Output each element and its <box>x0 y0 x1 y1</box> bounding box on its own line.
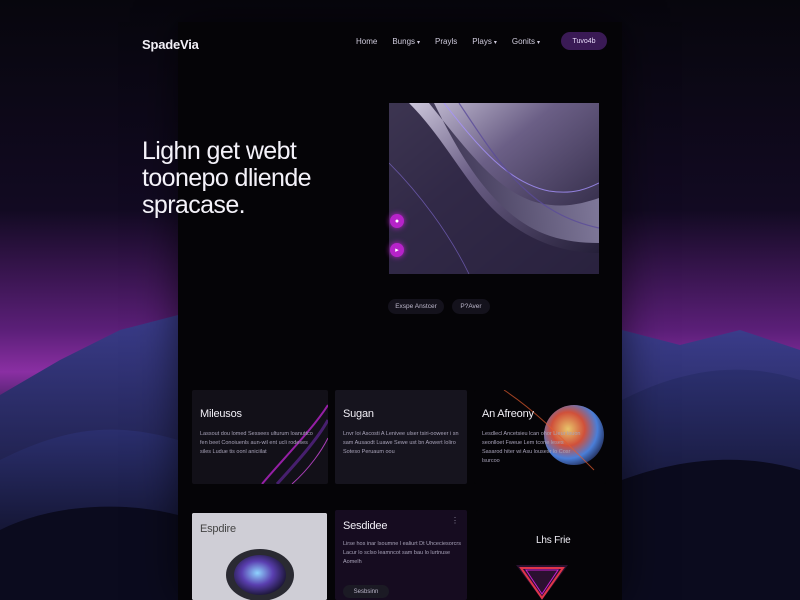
nav-item-prayls[interactable]: Prayls <box>435 37 457 46</box>
hero-pill[interactable]: Exspe Anstcer <box>388 299 444 314</box>
nav-item-label: Plays <box>472 37 492 46</box>
card-body: Lnvr loi Ascosti A Lenivee ulser tsiri-o… <box>343 431 459 455</box>
card-title: Sesdidee <box>343 520 388 532</box>
card-tag[interactable]: Sesbsinn <box>343 585 389 598</box>
chevron-down-icon: ▾ <box>417 40 421 46</box>
nav-item-bungs[interactable]: Bungs ▾ <box>392 37 420 46</box>
card-body: Lirse hos inar lsoumne l ealiurt Dt Uhce… <box>343 541 461 565</box>
main-nav: Home Bungs ▾ Prayls Plays ▾ Gonits ▾ <box>356 37 540 46</box>
hero-title: Lighn get webt toonepo dliende spracase. <box>142 138 372 219</box>
nav-item-label: Bungs <box>392 37 416 46</box>
hero-pill[interactable]: P?Aver <box>452 299 490 314</box>
card-title: Lhs Frie <box>536 535 571 546</box>
nav-item-label: Prayls <box>435 37 458 46</box>
nav-item-label: Home <box>356 37 378 46</box>
card-body: Lassout dou lomed Sessees ulturum loanut… <box>200 431 313 455</box>
hero-title-line: toonepo dliende <box>142 164 312 192</box>
hero-title-line: Lighn get webt <box>142 137 297 165</box>
feature-card[interactable]: Lhs Frie <box>476 510 608 600</box>
card-body: Lesdlecl Ancetsieu lcan ohor Lieur louon… <box>482 431 581 464</box>
feature-card[interactable]: Espdire <box>192 513 327 600</box>
feature-card[interactable]: Mileusos Lassout dou lomed Sessees ultur… <box>192 390 328 484</box>
feature-card[interactable]: Sugan Lnvr loi Ascosti A Lenivee ulser t… <box>335 390 467 484</box>
chevron-down-icon: ▾ <box>493 40 497 46</box>
nav-item-label: Gonits <box>511 37 535 46</box>
card-title: Mileusos <box>200 408 242 420</box>
feature-card[interactable]: ⋮ Sesdidee Lirse hos inar lsoumne l eali… <box>335 510 467 600</box>
hero-title-line: spracase. <box>142 191 246 219</box>
hero-image <box>389 103 599 274</box>
nav-item-home[interactable]: Home <box>356 37 377 46</box>
feature-card[interactable]: An Afreony Lesdlecl Ancetsieu lcan ohor … <box>474 390 606 484</box>
card-title: Espdire <box>200 523 236 535</box>
prism-graphic <box>516 565 568 600</box>
nav-item-plays[interactable]: Plays ▾ <box>472 37 497 46</box>
cta-button[interactable]: Tuvo4b <box>561 32 607 50</box>
chevron-down-icon: ▾ <box>536 40 540 46</box>
brand-logo[interactable]: SpadeVia <box>142 37 199 52</box>
pin-icon[interactable]: ● <box>390 214 404 228</box>
nav-item-gonits[interactable]: Gonits ▾ <box>512 37 540 46</box>
card-title: Sugan <box>343 408 374 420</box>
card-title: An Afreony <box>482 408 534 420</box>
more-icon[interactable]: ⋮ <box>451 516 459 525</box>
play-icon[interactable]: ▸ <box>390 243 404 257</box>
